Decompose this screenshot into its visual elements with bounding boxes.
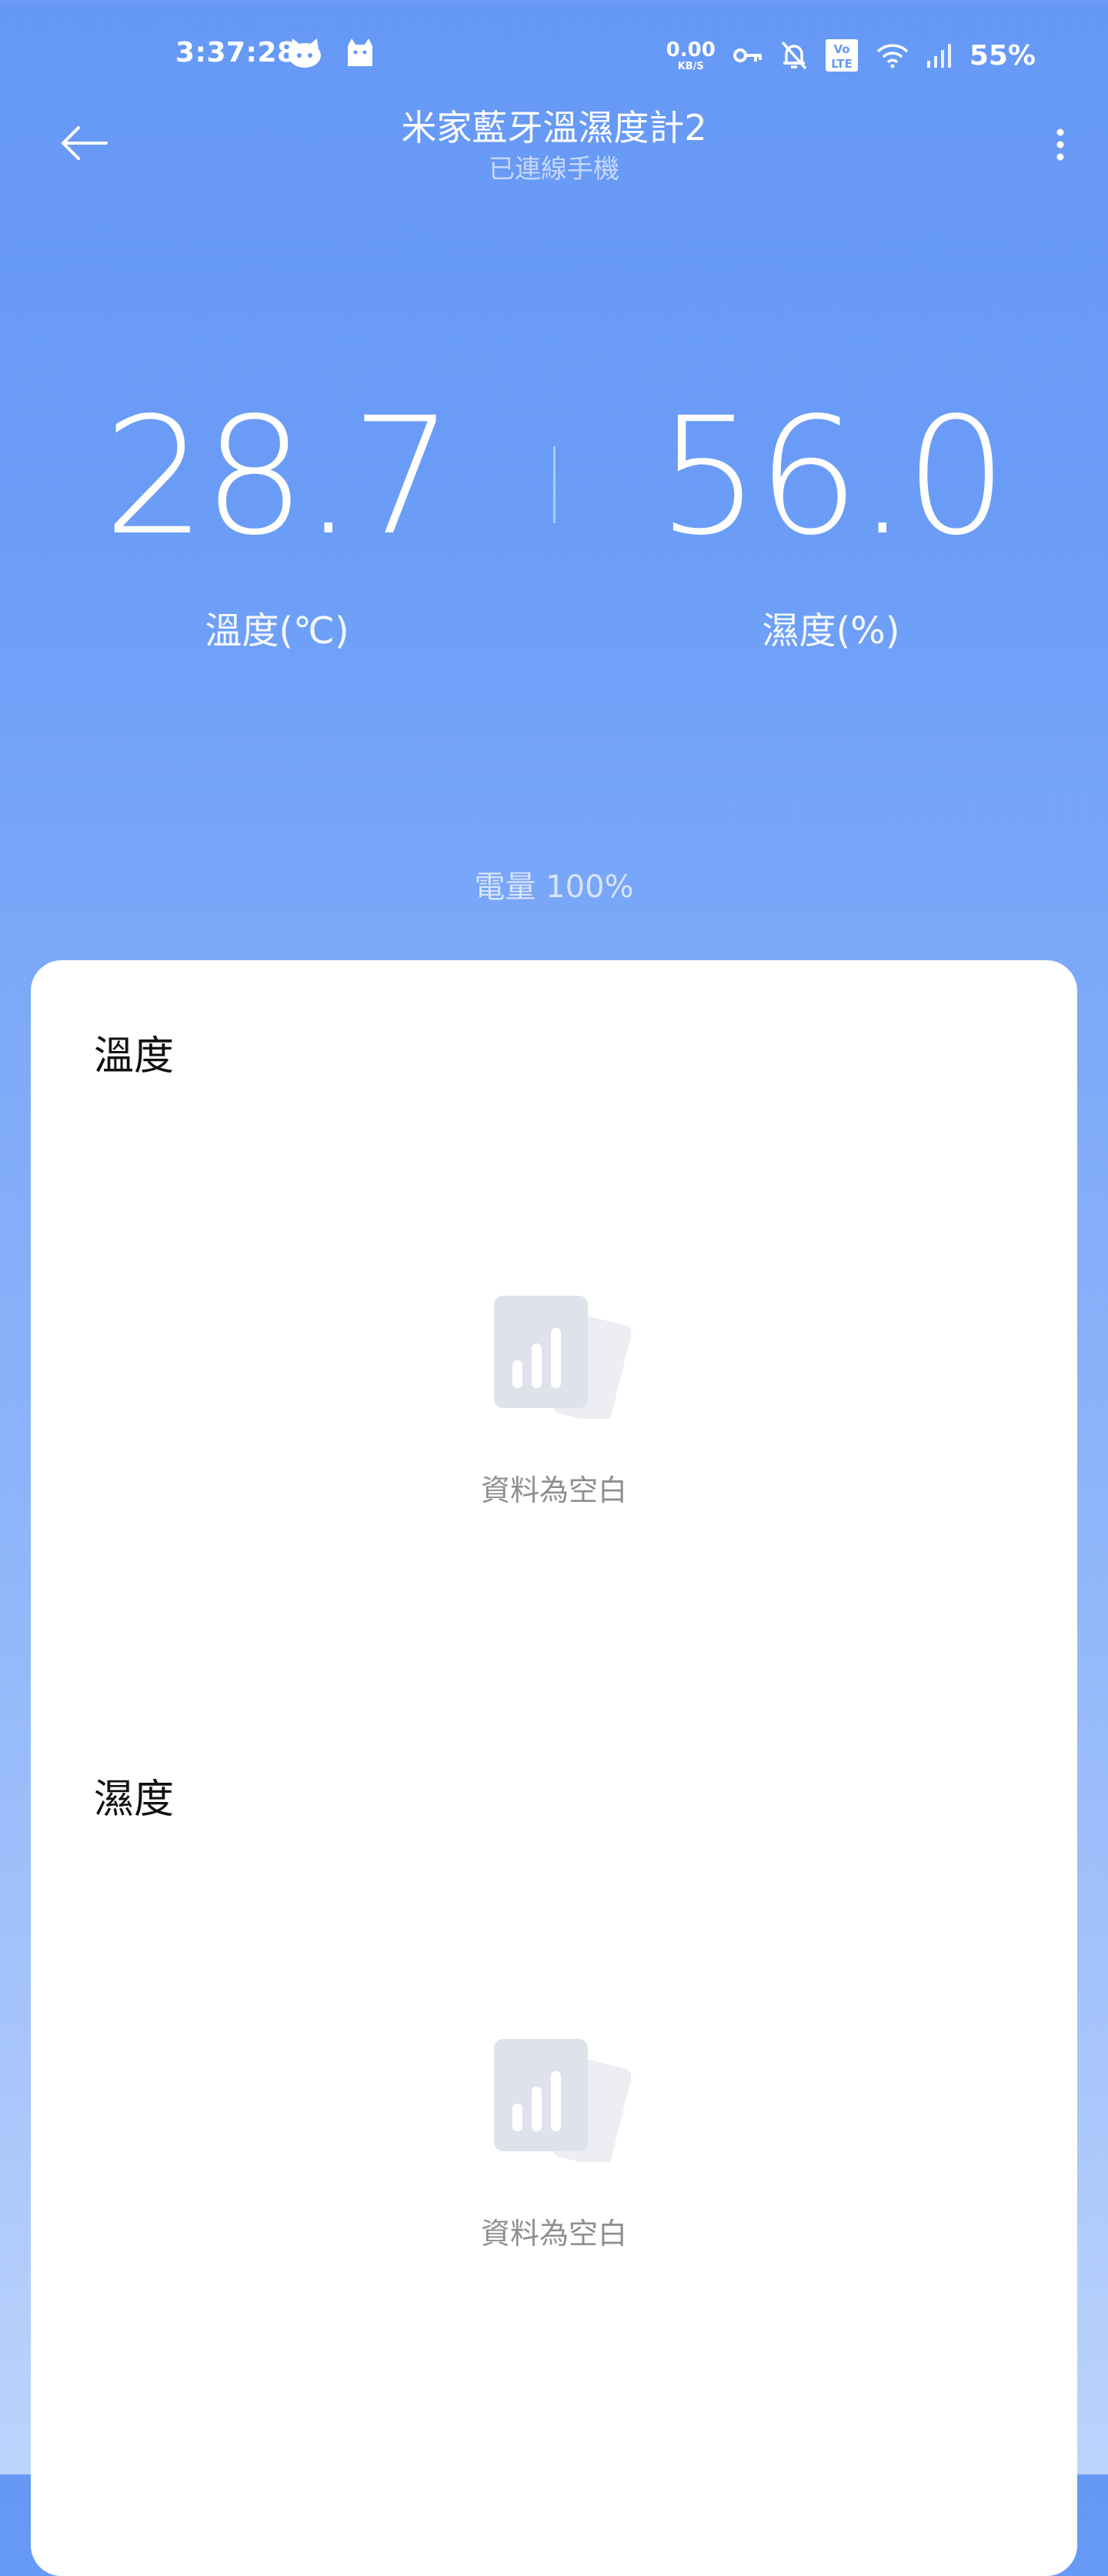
status-right-icons: 0.00 KB/S Vo LTE 55% [666,37,1036,74]
more-options-button[interactable] [1016,115,1077,174]
volte-icon: Vo LTE [825,39,858,72]
connection-status: 已連線手機 [489,154,619,185]
header: 米家藍牙溫濕度計2 已連線手機 [0,92,1108,192]
network-speed-unit: KB/S [677,60,704,72]
humidity-empty-state: 資料為空白 [31,2039,1077,2270]
history-card: 溫度 資料為空白 濕度 資料為空白 [31,960,1077,2576]
temperature-label: 溫度(℃) [205,609,349,652]
cat-app-icon [289,38,321,68]
battery-percentage: 55% [969,39,1036,72]
temperature-value: 28.7 [103,382,454,571]
empty-chart-icon [494,2039,631,2162]
network-speed-value: 0.00 [666,38,716,62]
humidity-value: 56.0 [657,382,1008,571]
wifi-icon [876,44,909,68]
battery-level: 電量 100% [474,869,634,905]
empty-chart-icon [494,1296,631,1419]
cat-app-icon-2 [348,38,372,66]
humidity-empty-text: 資料為空白 [480,2217,627,2251]
readings-panel: 28.7 溫度(℃) 56.0 濕度(%) [0,385,1108,692]
status-bar: 3:37:28 0.00 KB/S Vo LTE 55% [0,0,1108,108]
vpn-key-icon [733,48,762,62]
network-speed: 0.00 KB/S [666,40,716,72]
temperature-reading: 28.7 溫度(℃) [0,385,554,654]
bell-off-icon [781,41,807,70]
device-title: 米家藍牙溫濕度計2 [401,107,707,148]
svg-text:Vo: Vo [833,42,849,56]
status-time: 3:37:28 [175,37,297,68]
temperature-empty-state: 資料為空白 [31,1296,1077,1527]
temperature-section-title: 溫度 [94,1033,175,1079]
humidity-label: 濕度(%) [762,609,900,652]
svg-text:LTE: LTE [831,57,853,71]
signal-icon [926,44,951,68]
temperature-empty-text: 資料為空白 [480,1473,627,1507]
humidity-section-title: 濕度 [94,1777,175,1823]
humidity-reading: 56.0 濕度(%) [554,385,1108,654]
